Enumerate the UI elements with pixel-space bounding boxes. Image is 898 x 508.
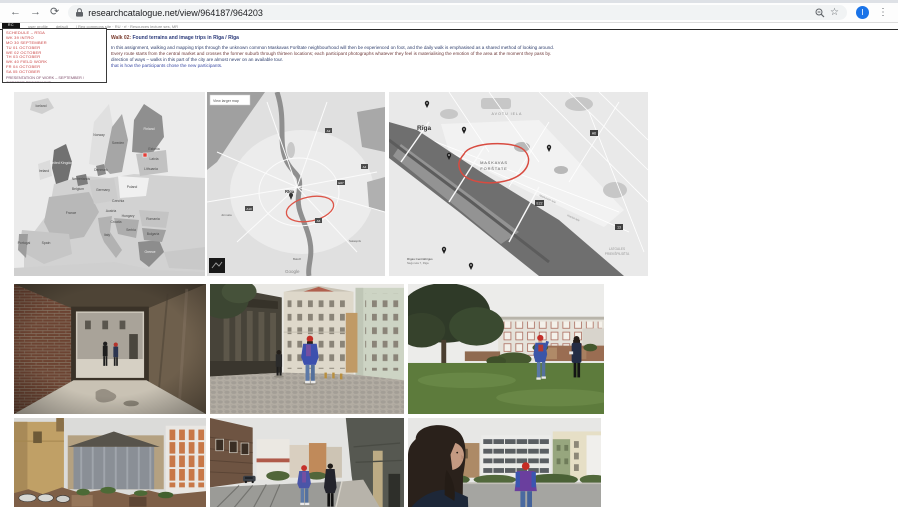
map-europe-canvas: Iceland Norway Sweden Finland Estonia La… [14, 92, 205, 276]
map-riga-canvas: Rīga Jūrmala Salaspils Baloži A2 A4 A6 A… [207, 92, 385, 276]
reload-icon[interactable]: ⟳ [50, 7, 59, 18]
svg-text:Belgium: Belgium [72, 187, 84, 191]
svg-text:Finland: Finland [143, 127, 154, 131]
svg-text:MASKAVAS: MASKAVAS [480, 160, 508, 165]
svg-text:Poland: Poland [127, 185, 138, 189]
svg-text:Italy: Italy [104, 233, 111, 237]
svg-text:A4: A4 [363, 165, 367, 169]
svg-text:Germany: Germany [96, 188, 110, 192]
maps-row: Iceland Norway Sweden Finland Estonia La… [14, 92, 648, 276]
photo-brick-ruins [14, 418, 206, 507]
profile-avatar[interactable]: I [856, 6, 869, 19]
back-icon[interactable]: ← [10, 7, 21, 18]
intro-text-block: Walk 02: Found terrains and image trips … [111, 35, 667, 69]
url-text[interactable]: researchcatalogue.net/view/964187/964203 [88, 8, 810, 18]
forward-icon[interactable]: → [30, 7, 41, 18]
svg-text:A6: A6 [317, 219, 321, 223]
map-riga-overview[interactable]: Rīga Jūrmala Salaspils Baloži A2 A4 A6 A… [207, 92, 385, 276]
svg-text:Nēģu iela 7, Rīga: Nēģu iela 7, Rīga [407, 260, 429, 265]
svg-text:Netherlands: Netherlands [72, 177, 91, 181]
svg-text:Lithuania: Lithuania [144, 167, 158, 171]
lock-icon [76, 8, 83, 17]
graffiti [19, 494, 70, 502]
svg-text:Romania: Romania [146, 217, 160, 221]
svg-text:View larger map: View larger map [213, 99, 239, 103]
center-building [284, 286, 354, 377]
svg-text:LATGALES: LATGALES [609, 247, 625, 251]
svg-text:A10: A10 [246, 207, 252, 211]
forest-area-2 [367, 177, 385, 212]
svg-text:Croatia: Croatia [111, 220, 122, 224]
photo-tunnel-passage [14, 284, 206, 414]
street-view-thumbnail[interactable] [209, 258, 225, 273]
river-island [287, 142, 295, 158]
svg-text:Austria: Austria [106, 209, 117, 213]
rc-toolbar: RC user profile default | Reg commons si… [0, 23, 898, 30]
center-building [68, 431, 164, 489]
photo-profile-and-walker [408, 418, 601, 507]
svg-text:A2: A2 [327, 129, 331, 133]
svg-text:Portugal: Portugal [18, 241, 31, 245]
schedule-links[interactable]: SCHEDULE – RĪGAWK 39 INTROMO 30 SEPTEMBE… [6, 31, 103, 75]
svg-text:Baloži: Baloži [293, 257, 302, 261]
svg-text:Iceland: Iceland [36, 104, 47, 108]
browser-toolbar: ← → ⟳ researchcatalogue.net/view/964187/… [0, 3, 898, 23]
svg-text:Serbia: Serbia [126, 228, 136, 232]
svg-text:Estonia: Estonia [148, 147, 159, 151]
svg-text:United Kingdom: United Kingdom [50, 161, 74, 165]
svg-text:Latvia: Latvia [149, 157, 158, 161]
address-bar[interactable]: researchcatalogue.net/view/964187/964203… [68, 5, 847, 20]
zoom-icon[interactable] [815, 8, 825, 18]
page-content: RC user profile default | Reg commons si… [0, 23, 898, 507]
svg-text:Hungary: Hungary [122, 214, 135, 218]
photo-cobblestone-square [210, 284, 404, 414]
intro-line: that is how the participants chose the n… [111, 63, 667, 69]
white-building-orange-windows [166, 426, 206, 493]
schedule-link[interactable]: SA 05 OCTOBER [6, 70, 103, 75]
svg-text:Jūrmala: Jūrmala [221, 213, 232, 217]
riga-location-marker [143, 153, 147, 157]
maskavas-label: MASKAVAS FORŠTATE [480, 160, 508, 171]
foreground-woman-profile [408, 425, 470, 507]
browser-window: ← → ⟳ researchcatalogue.net/view/964187/… [0, 0, 898, 508]
svg-text:Norway: Norway [93, 133, 105, 137]
svg-text:Ireland: Ireland [39, 169, 49, 173]
map-europe[interactable]: Iceland Norway Sweden Finland Estonia La… [14, 92, 205, 276]
left-brick-building [14, 418, 64, 495]
view-larger-map-button[interactable]: View larger map [210, 95, 250, 105]
svg-text:Spain: Spain [42, 241, 51, 245]
intro-title-part: Walk 02: [111, 35, 133, 41]
avotu-iela-label: AVOTU IELA [492, 112, 523, 116]
svg-text:Salaspils: Salaspils [349, 239, 362, 243]
riga-label: Rīga [285, 189, 295, 194]
svg-text:France: France [66, 211, 77, 215]
menu-dots-icon[interactable]: ⋮ [878, 7, 888, 18]
svg-text:E67: E67 [338, 181, 344, 185]
svg-text:Greece: Greece [144, 250, 155, 254]
bookmark-star-icon[interactable]: ☆ [830, 7, 839, 18]
photo-street-tram-tracks [210, 418, 404, 507]
svg-text:13: 13 [617, 226, 621, 230]
google-watermark: Google [285, 269, 300, 274]
svg-text:Czechia: Czechia [112, 199, 124, 203]
riga-label: Rīga [417, 125, 431, 132]
intro-title-part: Found terrains and image trips in Rīga /… [133, 35, 239, 41]
schedule-footer[interactable]: PRESENTATION OF WORK – SEPTEMBER / OCTOB… [6, 76, 103, 83]
svg-text:A6: A6 [592, 132, 596, 136]
schedule-footer-link[interactable]: PRESENTATION OF WORK – SEPTEMBER / OCTOB… [6, 76, 103, 83]
svg-text:Denmark: Denmark [94, 168, 108, 172]
svg-text:E22: E22 [536, 202, 542, 206]
photo-park-walk [408, 284, 604, 414]
far-orange-building [346, 313, 358, 373]
svg-text:PRIEKŠPILSĒTA: PRIEKŠPILSĒTA [605, 251, 630, 256]
right-building [356, 288, 405, 382]
svg-text:FORŠTATE: FORŠTATE [480, 166, 507, 171]
svg-text:Bulgaria: Bulgaria [147, 232, 160, 236]
intro-title: Walk 02: Found terrains and image trips … [111, 35, 667, 41]
intro-paragraph: In this assignment, walking and mapping … [111, 45, 667, 69]
schedule-box: SCHEDULE – RĪGAWK 39 INTROMO 30 SEPTEMBE… [2, 28, 107, 83]
svg-text:Sweden: Sweden [112, 141, 124, 145]
map-maskavas-canvas: Rīga AVOTU IELA MASKAVAS FORŠTATE LATGAL… [389, 92, 648, 276]
map-maskavas-forstate[interactable]: Rīga AVOTU IELA MASKAVAS FORŠTATE LATGAL… [389, 92, 648, 276]
